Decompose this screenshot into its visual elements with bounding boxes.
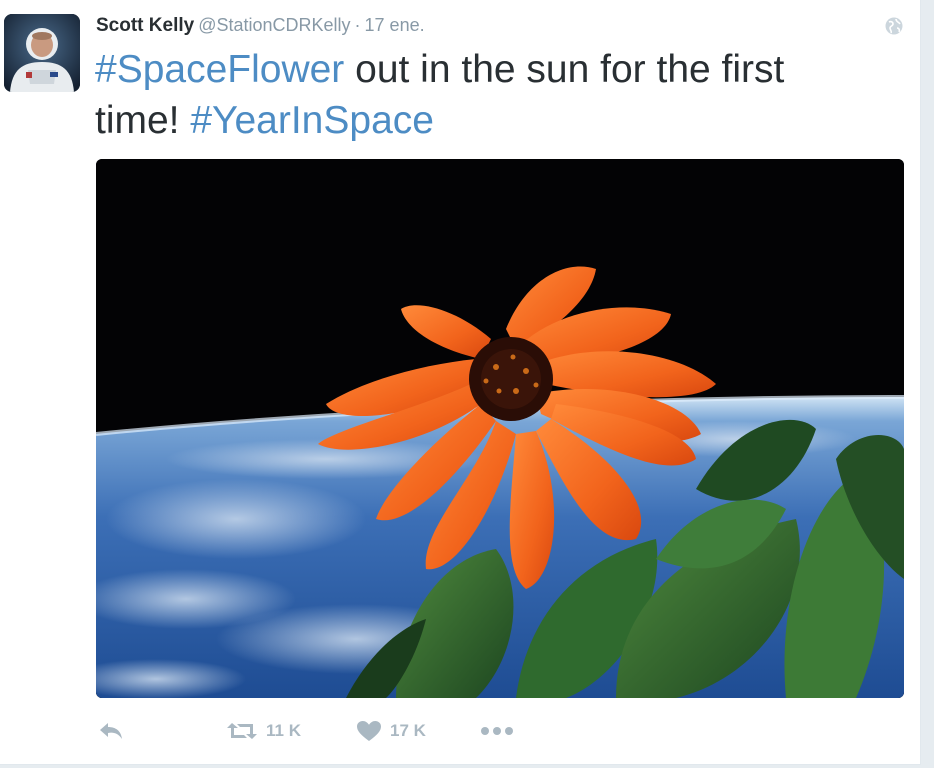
retweet-icon xyxy=(227,723,257,739)
separator-dot: · xyxy=(354,15,361,35)
retweet-count: 11 K xyxy=(266,721,301,740)
tweet-actions: 11 K 17 K xyxy=(96,716,596,746)
retweet-button[interactable]: 11 K xyxy=(226,716,301,746)
tweet-card: Scott Kelly @StationCDRKelly · 17 ene. #Spa… xyxy=(0,0,921,765)
tweet-photo[interactable] xyxy=(96,159,904,698)
avatar[interactable] xyxy=(4,14,80,92)
heart-icon xyxy=(357,721,381,741)
hashtag-spaceflower[interactable]: #SpaceFlower xyxy=(95,48,344,91)
username[interactable]: @StationCDRKelly xyxy=(198,15,350,35)
hashtag-yearinspace[interactable]: #YearInSpace xyxy=(190,99,434,142)
reply-icon xyxy=(100,723,122,739)
tweet-text: #SpaceFlower out in the sun for the firs… xyxy=(95,44,875,146)
more-icon xyxy=(481,727,513,735)
astronaut-avatar-image xyxy=(4,14,80,92)
more-button[interactable] xyxy=(480,716,514,746)
globe-icon xyxy=(884,16,904,36)
timestamp[interactable]: 17 ene. xyxy=(365,15,425,35)
like-button[interactable]: 17 K xyxy=(356,716,426,746)
flower-over-earth-image xyxy=(96,159,904,698)
like-count: 17 K xyxy=(390,721,426,740)
display-name[interactable]: Scott Kelly xyxy=(96,15,194,36)
tweet-header: Scott Kelly @StationCDRKelly · 17 ene. xyxy=(96,12,425,39)
reply-button[interactable] xyxy=(98,716,124,746)
